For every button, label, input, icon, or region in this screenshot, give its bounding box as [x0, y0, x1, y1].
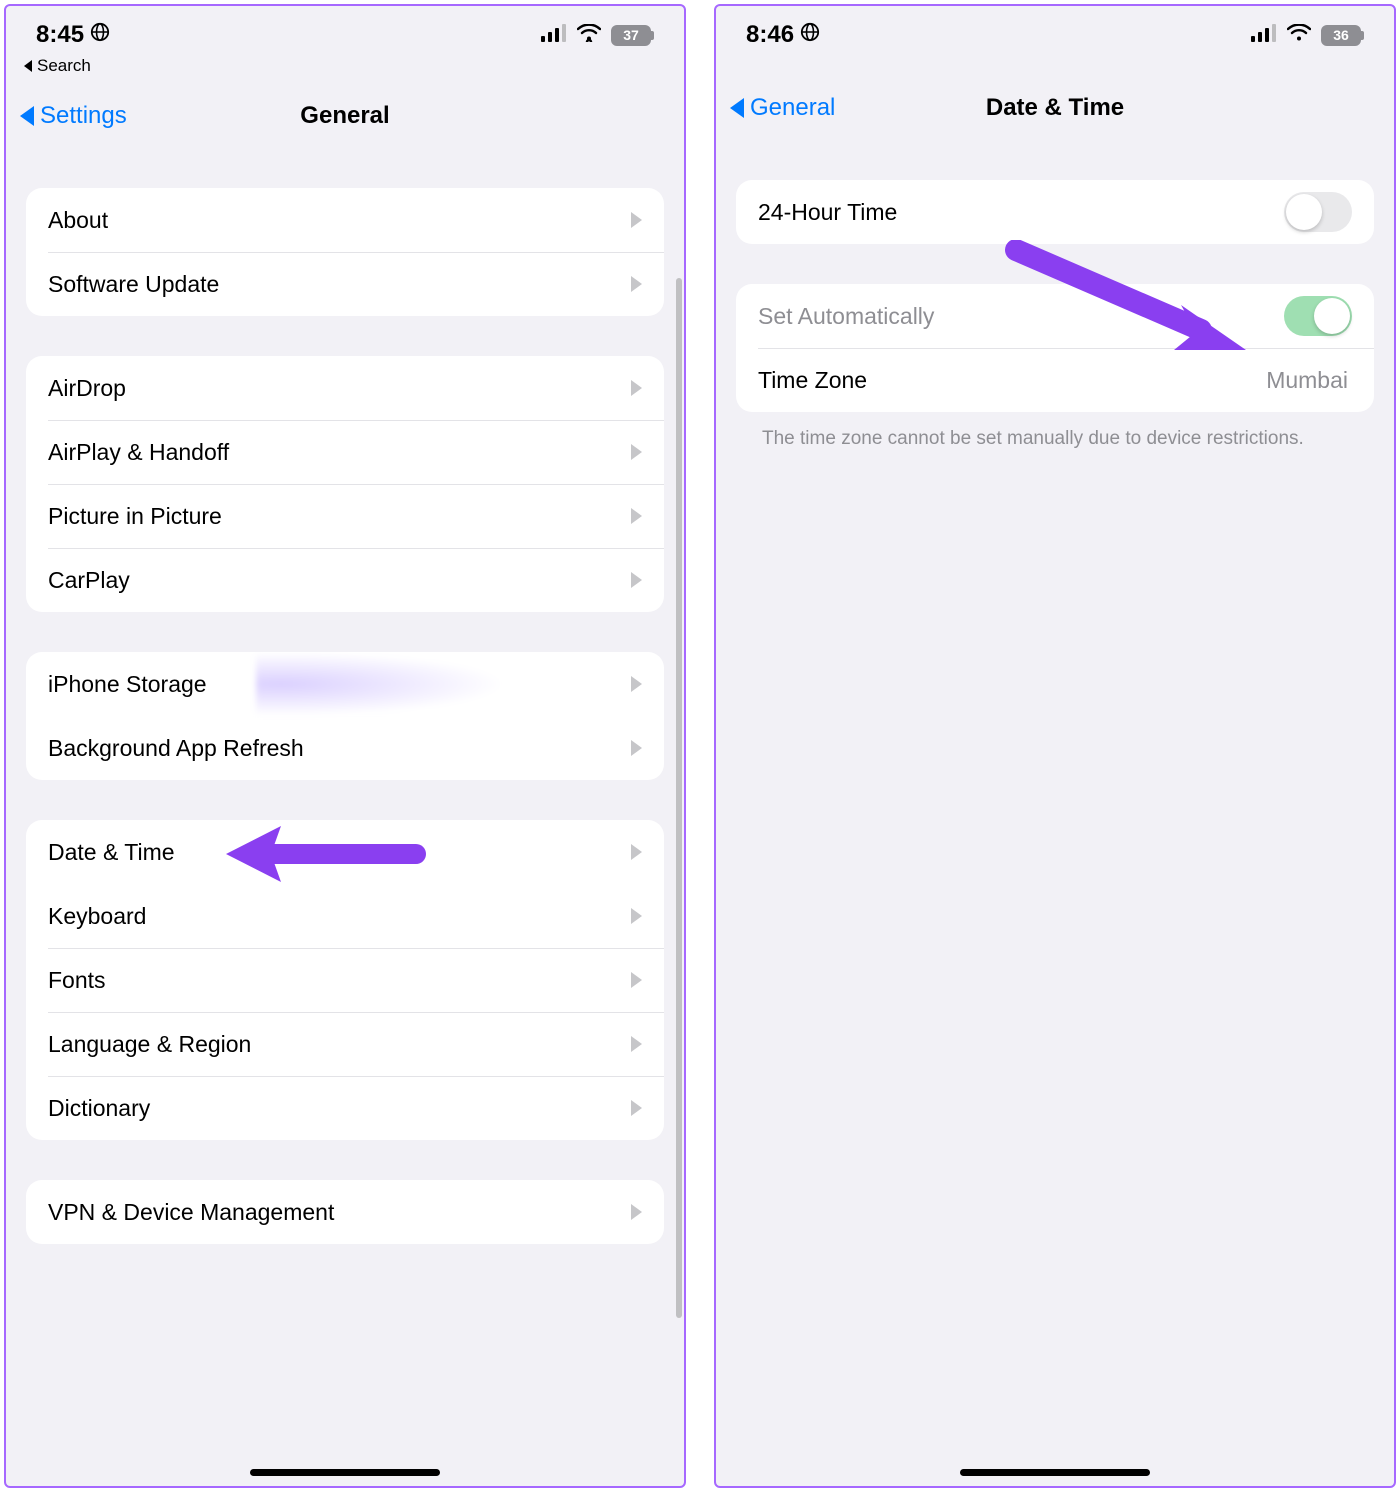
- chevron-right-icon: [631, 212, 642, 228]
- row-fonts[interactable]: Fonts: [26, 948, 664, 1012]
- chevron-back-icon: [20, 106, 34, 126]
- status-bar: 8:45 37: [6, 6, 684, 56]
- row-dictionary[interactable]: Dictionary: [26, 1076, 664, 1140]
- row-set-automatically: Set Automatically: [736, 284, 1374, 348]
- chevron-right-icon: [631, 1100, 642, 1116]
- redaction-blur: [256, 652, 506, 716]
- settings-group: AirDrop AirPlay & Handoff Picture in Pic…: [26, 356, 664, 612]
- battery-icon: 37: [611, 25, 654, 46]
- settings-group: 24-Hour Time: [736, 180, 1374, 244]
- chevron-right-icon: [631, 1036, 642, 1052]
- footer-note: The time zone cannot be set manually due…: [736, 412, 1374, 452]
- chevron-back-icon: [730, 98, 744, 118]
- row-vpn-device-management[interactable]: VPN & Device Management: [26, 1180, 664, 1244]
- breadcrumb-label: Search: [37, 56, 91, 76]
- battery-icon: 36: [1321, 25, 1364, 46]
- row-software-update[interactable]: Software Update: [26, 252, 664, 316]
- scroll-indicator[interactable]: [676, 278, 682, 1318]
- status-time: 8:46: [746, 21, 794, 49]
- settings-group: iPhone Storage Background App Refresh: [26, 652, 664, 780]
- row-picture-in-picture[interactable]: Picture in Picture: [26, 484, 664, 548]
- row-airdrop[interactable]: AirDrop: [26, 356, 664, 420]
- status-time: 8:45: [36, 21, 84, 49]
- breadcrumb-back[interactable]: Search: [6, 56, 684, 84]
- settings-group: Date & Time Keyboard Fonts Language & Re…: [26, 820, 664, 1140]
- status-bar: 8:46 36: [716, 6, 1394, 56]
- nav-header: General Date & Time: [716, 76, 1394, 140]
- home-indicator[interactable]: [250, 1469, 440, 1476]
- nav-back-label: Settings: [40, 102, 127, 130]
- settings-group: VPN & Device Management: [26, 1180, 664, 1244]
- nav-header: Settings General: [6, 84, 684, 148]
- cellular-signal-icon: [1251, 21, 1277, 49]
- toggle-24-hour[interactable]: [1284, 192, 1352, 232]
- row-about[interactable]: About: [26, 188, 664, 252]
- settings-content: About Software Update AirDrop AirPlay & …: [6, 148, 684, 1486]
- cellular-signal-icon: [541, 21, 567, 49]
- chevron-right-icon: [631, 676, 642, 692]
- left-screenshot: 8:45 37 Search Settings: [4, 4, 686, 1488]
- chevron-right-icon: [631, 844, 642, 860]
- globe-icon: [90, 21, 110, 49]
- date-time-content: 24-Hour Time Set Automatically Time Zone…: [716, 140, 1394, 1486]
- row-background-app-refresh[interactable]: Background App Refresh: [26, 716, 664, 780]
- wifi-icon: [1287, 21, 1311, 49]
- back-caret-icon: [24, 60, 32, 72]
- nav-back-button[interactable]: Settings: [20, 102, 127, 130]
- wifi-icon: [577, 21, 601, 49]
- chevron-right-icon: [631, 908, 642, 924]
- nav-back-label: General: [750, 94, 835, 122]
- right-screenshot: 8:46 36 General Date & Time: [714, 4, 1396, 1488]
- chevron-right-icon: [631, 572, 642, 588]
- chevron-right-icon: [631, 444, 642, 460]
- toggle-set-automatically[interactable]: [1284, 296, 1352, 336]
- chevron-right-icon: [631, 380, 642, 396]
- chevron-right-icon: [631, 1204, 642, 1220]
- home-indicator[interactable]: [960, 1469, 1150, 1476]
- row-language-region[interactable]: Language & Region: [26, 1012, 664, 1076]
- settings-group: Set Automatically Time Zone Mumbai: [736, 284, 1374, 412]
- row-keyboard[interactable]: Keyboard: [26, 884, 664, 948]
- row-carplay[interactable]: CarPlay: [26, 548, 664, 612]
- row-time-zone[interactable]: Time Zone Mumbai: [736, 348, 1374, 412]
- chevron-right-icon: [631, 740, 642, 756]
- row-date-time[interactable]: Date & Time: [26, 820, 664, 884]
- chevron-right-icon: [631, 508, 642, 524]
- row-24-hour-time[interactable]: 24-Hour Time: [736, 180, 1374, 244]
- row-airplay-handoff[interactable]: AirPlay & Handoff: [26, 420, 664, 484]
- settings-group: About Software Update: [26, 188, 664, 316]
- chevron-right-icon: [631, 972, 642, 988]
- globe-icon: [800, 21, 820, 49]
- time-zone-value: Mumbai: [1266, 367, 1348, 394]
- chevron-right-icon: [631, 276, 642, 292]
- nav-back-button[interactable]: General: [730, 94, 835, 122]
